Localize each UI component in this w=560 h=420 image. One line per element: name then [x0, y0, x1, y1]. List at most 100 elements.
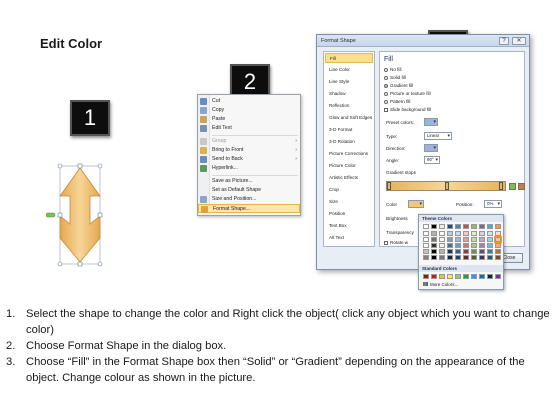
menu-item-hyperlink[interactable]: Hyperlink... — [198, 164, 300, 173]
selected-arrow-shape[interactable] — [45, 160, 116, 270]
radio-no-fill[interactable]: No fill — [384, 67, 402, 72]
standard-color-swatch[interactable] — [447, 274, 453, 279]
theme-color-swatch[interactable] — [463, 255, 469, 260]
standard-color-swatch[interactable] — [487, 274, 493, 279]
theme-color-swatch[interactable] — [487, 249, 493, 254]
theme-color-swatch[interactable] — [455, 237, 461, 242]
nav-item-position[interactable]: Position — [325, 209, 373, 219]
standard-color-swatch[interactable] — [431, 274, 437, 279]
theme-color-swatch[interactable] — [439, 243, 445, 248]
standard-color-swatch[interactable] — [439, 274, 445, 279]
theme-color-swatch[interactable] — [463, 231, 469, 236]
position-field[interactable]: 0% — [484, 200, 502, 208]
radio-solid-fill[interactable]: Solid fill — [384, 75, 406, 80]
menu-item-group[interactable]: Group › — [198, 137, 300, 146]
theme-color-swatch[interactable] — [471, 243, 477, 248]
theme-color-swatch[interactable] — [463, 243, 469, 248]
radio-pattern-fill[interactable]: Pattern fill — [384, 99, 410, 104]
theme-color-swatch[interactable] — [423, 237, 429, 242]
theme-color-swatch[interactable] — [455, 224, 461, 229]
type-dropdown[interactable]: Linear — [424, 132, 452, 140]
theme-color-swatch[interactable] — [487, 255, 493, 260]
theme-color-swatch[interactable] — [447, 249, 453, 254]
theme-color-swatch[interactable] — [463, 249, 469, 254]
nav-item-fill[interactable]: Fill — [325, 53, 373, 63]
menu-item-edit-text[interactable]: Edit Text — [198, 124, 300, 133]
nav-item-3d-rotation[interactable]: 3-D Rotation — [325, 137, 373, 147]
remove-stop-icon[interactable] — [518, 183, 525, 190]
checkbox-rotate-with-shape[interactable]: Rotate w — [384, 240, 408, 245]
theme-color-swatch[interactable] — [471, 237, 477, 242]
theme-color-swatch[interactable] — [431, 224, 437, 229]
theme-color-swatch[interactable] — [439, 237, 445, 242]
standard-color-swatch[interactable] — [455, 274, 461, 279]
theme-color-swatch[interactable] — [495, 224, 501, 229]
theme-color-swatch[interactable] — [447, 231, 453, 236]
nav-item-glow[interactable]: Glow and Soft Edges — [325, 113, 373, 123]
theme-color-swatch[interactable] — [423, 255, 429, 260]
theme-color-swatch[interactable] — [494, 236, 502, 243]
nav-item-line-color[interactable]: Line Color — [325, 65, 373, 75]
theme-color-swatch[interactable] — [447, 237, 453, 242]
theme-color-swatch[interactable] — [479, 243, 485, 248]
nav-item-picture-corrections[interactable]: Picture Corrections — [325, 149, 373, 159]
theme-color-swatch[interactable] — [431, 231, 437, 236]
menu-item-copy[interactable]: Copy — [198, 106, 300, 115]
help-button[interactable]: ? — [499, 37, 509, 45]
menu-item-bring-to-front[interactable]: Bring to Front › — [198, 146, 300, 155]
theme-color-swatch[interactable] — [479, 255, 485, 260]
nav-item-size[interactable]: Size — [325, 197, 373, 207]
color-dropdown[interactable] — [408, 200, 424, 208]
theme-color-swatch[interactable] — [495, 249, 501, 254]
theme-color-swatch[interactable] — [495, 255, 501, 260]
menu-item-format-shape[interactable]: Format Shape... — [198, 204, 300, 213]
nav-item-line-style[interactable]: Line Style — [325, 77, 373, 87]
theme-color-swatch[interactable] — [487, 224, 493, 229]
menu-item-save-as-picture[interactable]: Save as Picture... — [198, 177, 300, 186]
nav-item-3d-format[interactable]: 3-D Format — [325, 125, 373, 135]
menu-item-size-position[interactable]: Size and Position... — [198, 195, 300, 204]
theme-color-swatch[interactable] — [439, 231, 445, 236]
theme-color-swatch[interactable] — [479, 249, 485, 254]
theme-color-swatch[interactable] — [431, 249, 437, 254]
nav-item-shadow[interactable]: Shadow — [325, 89, 373, 99]
theme-color-swatch[interactable] — [431, 237, 437, 242]
theme-color-swatch[interactable] — [455, 243, 461, 248]
theme-color-swatch[interactable] — [487, 237, 493, 242]
nav-item-picture-color[interactable]: Picture Color — [325, 161, 373, 171]
radio-gradient-fill[interactable]: Gradient fill — [384, 83, 413, 88]
theme-color-swatch[interactable] — [463, 237, 469, 242]
gradient-stop-handle[interactable] — [445, 182, 449, 190]
theme-color-swatch[interactable] — [463, 224, 469, 229]
standard-color-swatch[interactable] — [463, 274, 469, 279]
gradient-stops-bar[interactable] — [386, 181, 506, 191]
theme-color-swatch[interactable] — [495, 243, 501, 248]
standard-color-swatch[interactable] — [479, 274, 485, 279]
theme-color-swatch[interactable] — [487, 243, 493, 248]
theme-color-swatch[interactable] — [455, 231, 461, 236]
theme-color-swatch[interactable] — [479, 224, 485, 229]
theme-color-swatch[interactable] — [439, 224, 445, 229]
theme-color-swatch[interactable] — [423, 224, 429, 229]
theme-color-swatch[interactable] — [423, 249, 429, 254]
theme-color-swatch[interactable] — [471, 231, 477, 236]
theme-color-swatch[interactable] — [495, 231, 501, 236]
nav-item-artistic-effects[interactable]: Artistic Effects — [325, 173, 373, 183]
nav-item-alt-text[interactable]: Alt Text — [325, 233, 373, 243]
theme-color-swatch[interactable] — [455, 255, 461, 260]
standard-color-swatch[interactable] — [423, 274, 429, 279]
more-colors-link[interactable]: More Colors... — [423, 282, 458, 287]
theme-color-swatch[interactable] — [447, 243, 453, 248]
theme-color-swatch[interactable] — [455, 249, 461, 254]
theme-color-swatch[interactable] — [447, 224, 453, 229]
theme-color-swatch[interactable] — [439, 249, 445, 254]
angle-field[interactable]: 90° — [424, 156, 440, 164]
theme-color-swatch[interactable] — [423, 243, 429, 248]
theme-color-swatch[interactable] — [479, 231, 485, 236]
theme-color-swatch[interactable] — [471, 224, 477, 229]
theme-color-swatch[interactable] — [447, 255, 453, 260]
radio-picture-fill[interactable]: Picture or texture fill — [384, 91, 431, 96]
nav-item-reflection[interactable]: Reflection — [325, 101, 373, 111]
standard-color-swatch[interactable] — [471, 274, 477, 279]
theme-color-swatch[interactable] — [431, 255, 437, 260]
